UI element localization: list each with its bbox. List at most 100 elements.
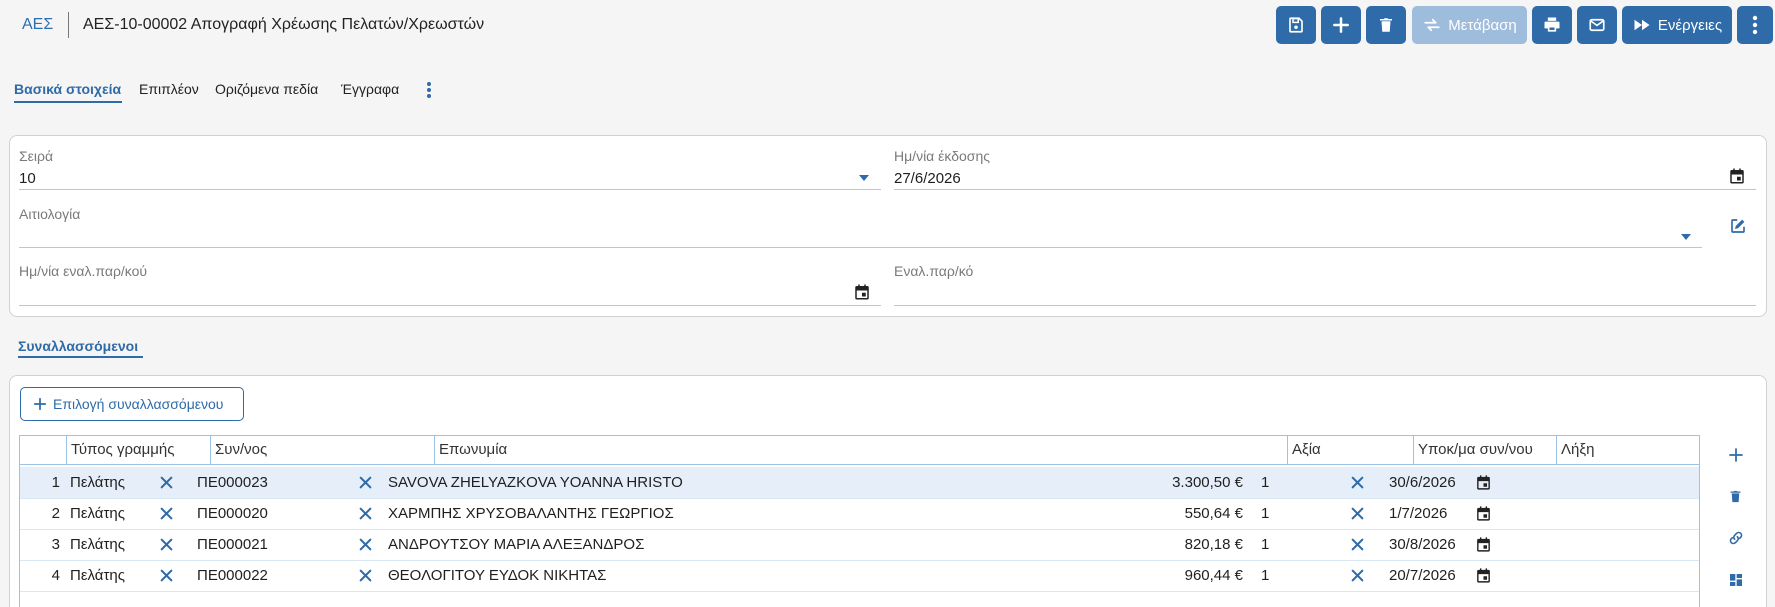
column-header-branch[interactable]: Υποκ/μα συν/νου [1413, 436, 1556, 465]
select-counterparty-label: Επιλογή συναλλασσόμενου [53, 396, 224, 412]
tab-custom-fields[interactable]: Οριζόμενα πεδία [215, 81, 318, 97]
column-header-due-date[interactable]: Λήξη [1556, 436, 1699, 465]
grid-delete-row-button[interactable] [1728, 488, 1743, 505]
line-type-cell[interactable]: Πελάτης [70, 529, 125, 561]
series-underline [19, 189, 881, 190]
amount-cell[interactable]: 820,18 € [1140, 529, 1243, 561]
delete-button[interactable] [1366, 6, 1406, 44]
calendar-icon [1477, 568, 1490, 583]
due-date-cell[interactable]: 30/8/2026 [1389, 529, 1456, 561]
document-form-card [9, 135, 1767, 317]
clear-branch-button[interactable] [1351, 507, 1364, 520]
clear-counterparty-button[interactable] [359, 569, 372, 582]
branch-cell[interactable]: 1 [1261, 529, 1269, 561]
more-options-button[interactable] [1737, 6, 1773, 44]
alt-doc-date-label: Ημ/νία εναλ.παρ/κού [19, 263, 148, 279]
clear-line-type-button[interactable] [160, 569, 173, 582]
reason-edit-button[interactable] [1729, 217, 1747, 235]
tabs-more-button[interactable] [426, 81, 432, 99]
tab-documents[interactable]: Έγγραφα [341, 81, 399, 97]
actions-button[interactable]: Ενέργειες [1622, 6, 1732, 44]
counterparty-code-cell[interactable]: ΠΕ000021 [197, 529, 268, 561]
plus-icon [1333, 17, 1349, 33]
column-header-counterparty[interactable]: Συν/νος [210, 436, 434, 465]
clear-x-icon [160, 569, 173, 582]
clear-counterparty-button[interactable] [359, 476, 372, 489]
grid-link-button[interactable] [1727, 530, 1745, 546]
due-date-cell[interactable]: 20/7/2026 [1389, 560, 1456, 592]
reason-label: Αιτιολογία [19, 206, 81, 222]
edit-icon [1731, 219, 1745, 233]
issue-date-picker-button[interactable] [1728, 167, 1746, 185]
alt-doc-date-picker-button[interactable] [853, 283, 871, 301]
transfer-arrows-icon [1424, 18, 1440, 32]
clear-branch-button[interactable] [1351, 476, 1364, 489]
table-row[interactable]: 3 Πελάτης ΠΕ000021 ΑΝΔΡΟΥΤΣΟΥ ΜΑΡΙΑ ΑΛΕΞΑΝΔ… [20, 529, 1699, 561]
due-date-cell[interactable]: 1/7/2026 [1389, 498, 1447, 530]
clear-counterparty-button[interactable] [359, 538, 372, 551]
line-type-cell[interactable]: Πελάτης [70, 467, 125, 499]
email-button[interactable] [1577, 6, 1617, 44]
section-title-counterparties[interactable]: Συναλλασσόμενοι [18, 338, 138, 354]
clear-line-type-button[interactable] [160, 507, 173, 520]
print-button[interactable] [1532, 6, 1572, 44]
clear-branch-button[interactable] [1351, 538, 1364, 551]
dashboard-icon [1730, 574, 1742, 586]
counterparty-code-cell[interactable]: ΠΕ000023 [197, 467, 268, 499]
table-row[interactable]: 2 Πελάτης ΠΕ000020 ΧΑΡΜΠΗΣ ΧΡΥΣΟΒΑΛΑΝΤΗΣ ΓΕ… [20, 498, 1699, 530]
issue-date-field[interactable]: 27/6/2026 [894, 170, 961, 187]
clear-counterparty-button[interactable] [359, 507, 372, 520]
series-select[interactable]: 10 [19, 170, 879, 187]
due-date-picker-button[interactable] [1475, 474, 1492, 491]
reason-underline [19, 247, 1702, 248]
transfer-button[interactable]: Μετάβαση [1412, 6, 1527, 44]
row-number: 2 [51, 505, 60, 522]
due-date-cell[interactable]: 30/6/2026 [1389, 467, 1456, 499]
clear-x-icon [359, 569, 372, 582]
calendar-icon [855, 284, 869, 300]
app-code[interactable]: ΑΕΣ [22, 16, 53, 34]
actions-button-label: Ενέργειες [1657, 16, 1723, 34]
branch-cell[interactable]: 1 [1261, 560, 1269, 592]
due-date-picker-button[interactable] [1475, 567, 1492, 584]
add-button[interactable] [1321, 6, 1361, 44]
caret-down-icon [859, 175, 869, 181]
due-date-picker-button[interactable] [1475, 536, 1492, 553]
counterparty-code-cell[interactable]: ΠΕ000020 [197, 498, 268, 530]
grid-add-row-button[interactable] [1728, 447, 1744, 463]
line-type-cell[interactable]: Πελάτης [70, 498, 125, 530]
clear-x-icon [1351, 507, 1364, 520]
tab-basic-info[interactable]: Βασικά στοιχεία [14, 81, 121, 97]
branch-cell[interactable]: 1 [1261, 498, 1269, 530]
clear-x-icon [160, 476, 173, 489]
active-tab-indicator [14, 101, 122, 103]
clear-branch-button[interactable] [1351, 569, 1364, 582]
counterparty-name-cell: ΘΕΟΛΟΓΙΤΟΥ ΕΥΔΟΚ ΝΙΚΗΤΑΣ [388, 567, 607, 584]
section-underline [18, 356, 143, 358]
line-type-cell[interactable]: Πελάτης [70, 560, 125, 592]
grid-layout-button[interactable] [1728, 572, 1744, 588]
clear-line-type-button[interactable] [160, 476, 173, 489]
due-date-picker-button[interactable] [1475, 505, 1492, 522]
column-header-line-type[interactable]: Τύπος γραμμής [66, 436, 210, 465]
tab-extra[interactable]: Επιπλέον [139, 81, 199, 97]
clear-line-type-button[interactable] [160, 538, 173, 551]
save-button[interactable] [1276, 6, 1316, 44]
amount-cell[interactable]: 3.300,50 € [1140, 467, 1243, 499]
counterparty-code-cell[interactable]: ΠΕ000022 [197, 560, 268, 592]
header-divider [68, 12, 69, 38]
amount-cell[interactable]: 960,44 € [1140, 560, 1243, 592]
column-header-name[interactable]: Επωνυμία [434, 436, 1287, 465]
table-row[interactable]: 4 Πελάτης ΠΕ000022 ΘΕΟΛΟΓΙΤΟΥ ΕΥΔΟΚ ΝΙΚΗΤΑΣ… [20, 560, 1699, 592]
table-row[interactable]: 1 Πελάτης ΠΕ000023 SAVOVA ZHELYAZKOVA YOANN… [20, 467, 1699, 499]
column-header-amount[interactable]: Αξία [1287, 436, 1413, 465]
calendar-icon [1477, 537, 1490, 552]
calendar-icon [1477, 475, 1490, 490]
counterparty-name-cell: ΧΑΡΜΠΗΣ ΧΡΥΣΟΒΑΛΑΝΤΗΣ ΓΕΩΡΓΙΟΣ [388, 505, 674, 522]
counterparties-grid: Τύπος γραμμής Συν/νος Επωνυμία Αξία Υποκ… [19, 435, 1700, 607]
reason-dropdown-arrow[interactable] [1680, 233, 1692, 241]
select-counterparty-button[interactable]: Επιλογή συναλλασσόμενου [20, 387, 244, 421]
series-dropdown-arrow[interactable] [858, 174, 870, 182]
branch-cell[interactable]: 1 [1261, 467, 1269, 499]
amount-cell[interactable]: 550,64 € [1140, 498, 1243, 530]
